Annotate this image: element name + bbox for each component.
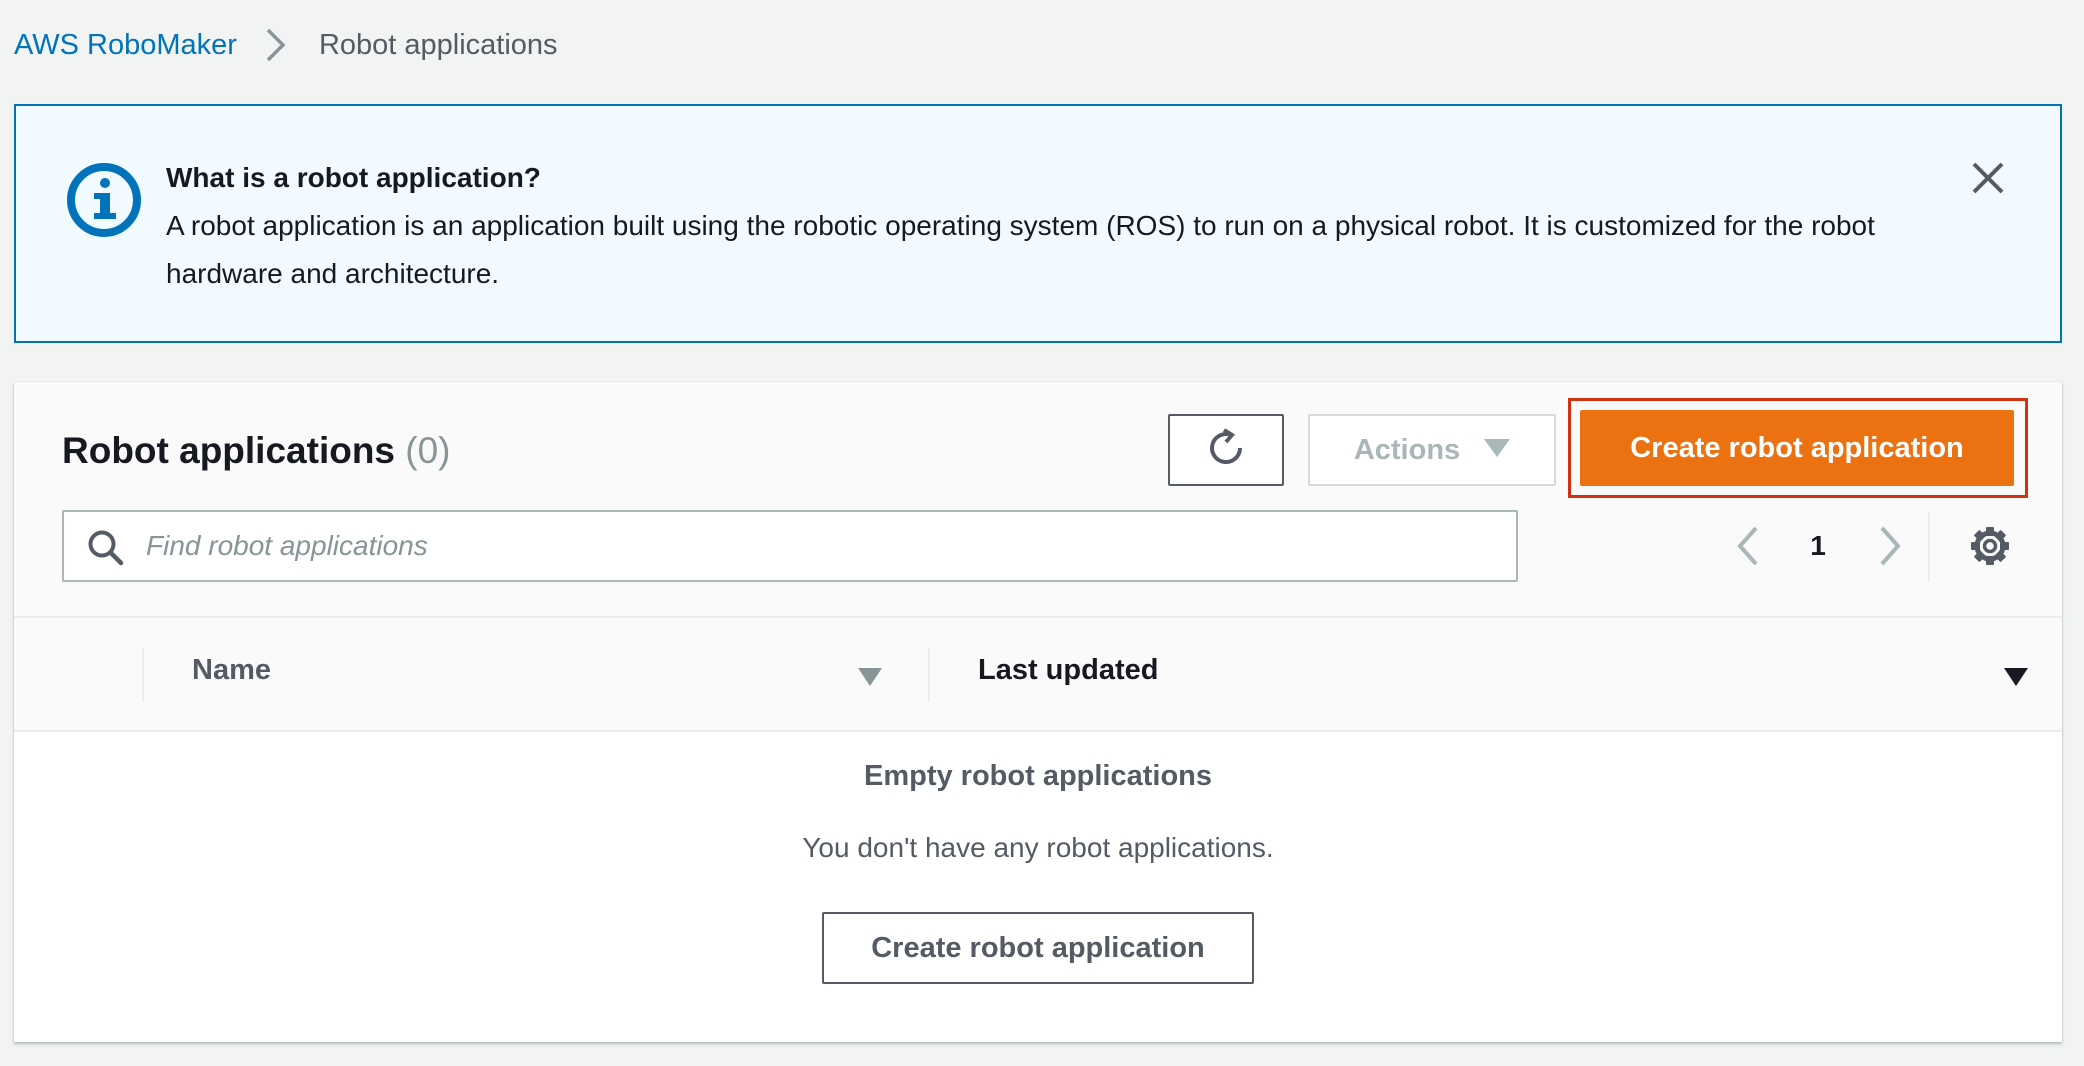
create-robot-application-button[interactable]: Create robot application [1580,410,2014,486]
refresh-button[interactable] [1168,414,1284,486]
chevron-right-icon [265,24,295,66]
empty-state-create-button[interactable]: Create robot application [822,912,1254,984]
close-icon[interactable] [1968,158,2008,198]
actions-label: Actions [1353,433,1461,466]
column-header-name[interactable]: Name [192,654,271,687]
breadcrumb: AWS RoboMaker Robot applications [14,24,558,66]
refresh-icon [1204,426,1248,475]
table-header: Robot applications (0) Actions Create ro… [14,382,2062,618]
column-header-row: Name Last updated [14,618,2062,732]
divider [1928,512,1930,582]
caret-down-icon [1484,434,1511,467]
column-header-last-updated[interactable]: Last updated [978,654,1158,687]
sort-caret-icon[interactable] [856,666,884,688]
breadcrumb-link-robomaker[interactable]: AWS RoboMaker [14,29,237,62]
breadcrumb-current: Robot applications [318,28,558,61]
empty-state-message: You don't have any robot applications. [802,832,1274,863]
item-count: (0) [405,430,451,471]
empty-state-title: Empty robot applications [863,760,1213,792]
sort-caret-icon[interactable] [2002,666,2030,688]
panel-title: Robot applications (0) [62,430,451,472]
chevron-left-icon[interactable] [1726,522,1770,570]
page: AWS RoboMaker Robot applications What is… [0,0,2084,1066]
gear-icon[interactable] [1966,522,2014,570]
alert-body: A robot application is an application bu… [166,210,1875,289]
actions-dropdown[interactable]: Actions [1308,414,1556,486]
chevron-right-icon[interactable] [1868,522,1912,570]
info-alert: What is a robot application? A robot app… [14,104,2062,343]
column-divider [928,648,930,702]
pagination-page[interactable]: 1 [1794,522,1842,570]
column-divider [142,648,144,702]
search-icon [86,528,126,568]
info-icon [64,160,156,252]
search-box [62,510,1518,582]
alert-title: What is a robot application? [166,162,541,193]
search-input[interactable] [146,512,1506,580]
robot-applications-table: Robot applications (0) Actions Create ro… [14,382,2062,1042]
panel-title-text: Robot applications [62,430,395,471]
